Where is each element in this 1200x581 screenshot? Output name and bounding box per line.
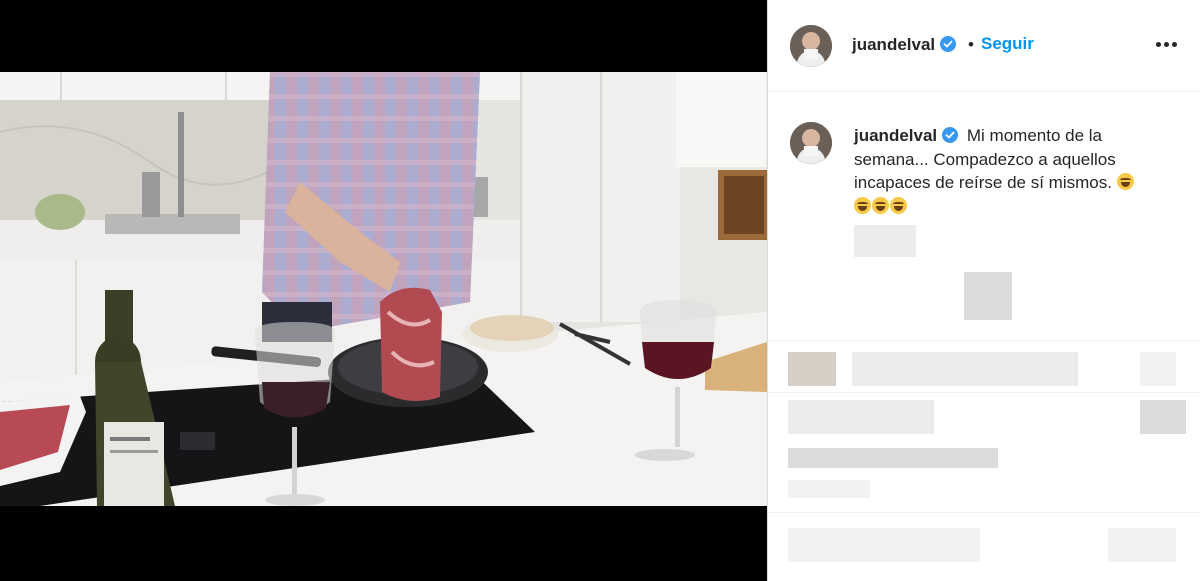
divider <box>768 340 1200 341</box>
caption-username-link[interactable]: juandelval <box>854 126 959 145</box>
blurred-comment-input[interactable] <box>788 528 980 562</box>
blurred-save-icon <box>1140 400 1186 434</box>
follow-button[interactable]: Seguir <box>981 34 1034 54</box>
profile-photo <box>790 25 832 67</box>
video-player[interactable] <box>0 72 767 506</box>
username-link[interactable]: juandelval <box>852 35 957 55</box>
tears-of-joy-emoji <box>872 196 889 214</box>
blurred-action-icons <box>788 400 934 434</box>
avatar[interactable] <box>790 25 832 67</box>
blurred-timestamp <box>854 225 916 257</box>
tears-of-joy-emoji <box>1116 173 1134 190</box>
caption-avatar[interactable] <box>790 122 832 164</box>
divider <box>768 392 1200 393</box>
blurred-likes <box>788 448 998 468</box>
tears-of-joy-emoji <box>854 196 871 214</box>
post-caption: juandelval Mi momento de la semana... Co… <box>854 124 1174 218</box>
tears-of-joy-emoji <box>890 196 907 214</box>
video-pane <box>0 0 767 581</box>
post-panel: juandelval • Seguir juandelval Mi moment… <box>767 0 1200 581</box>
blurred-avatar <box>788 352 836 386</box>
divider <box>768 512 1200 513</box>
blurred-loading-indicator <box>964 272 1012 320</box>
profile-photo <box>790 122 832 164</box>
more-options-icon[interactable] <box>1154 34 1179 55</box>
blurred-action <box>1140 352 1176 386</box>
verified-badge-icon <box>942 127 959 143</box>
separator-dot: • <box>968 35 974 54</box>
verified-badge-icon <box>940 36 957 52</box>
video-frame-kitchen-scene <box>0 72 767 506</box>
blurred-publish-button[interactable] <box>1108 528 1176 562</box>
blurred-post-date <box>788 480 870 498</box>
blurred-comment <box>852 352 1078 386</box>
post-header: juandelval • Seguir <box>768 0 1200 92</box>
